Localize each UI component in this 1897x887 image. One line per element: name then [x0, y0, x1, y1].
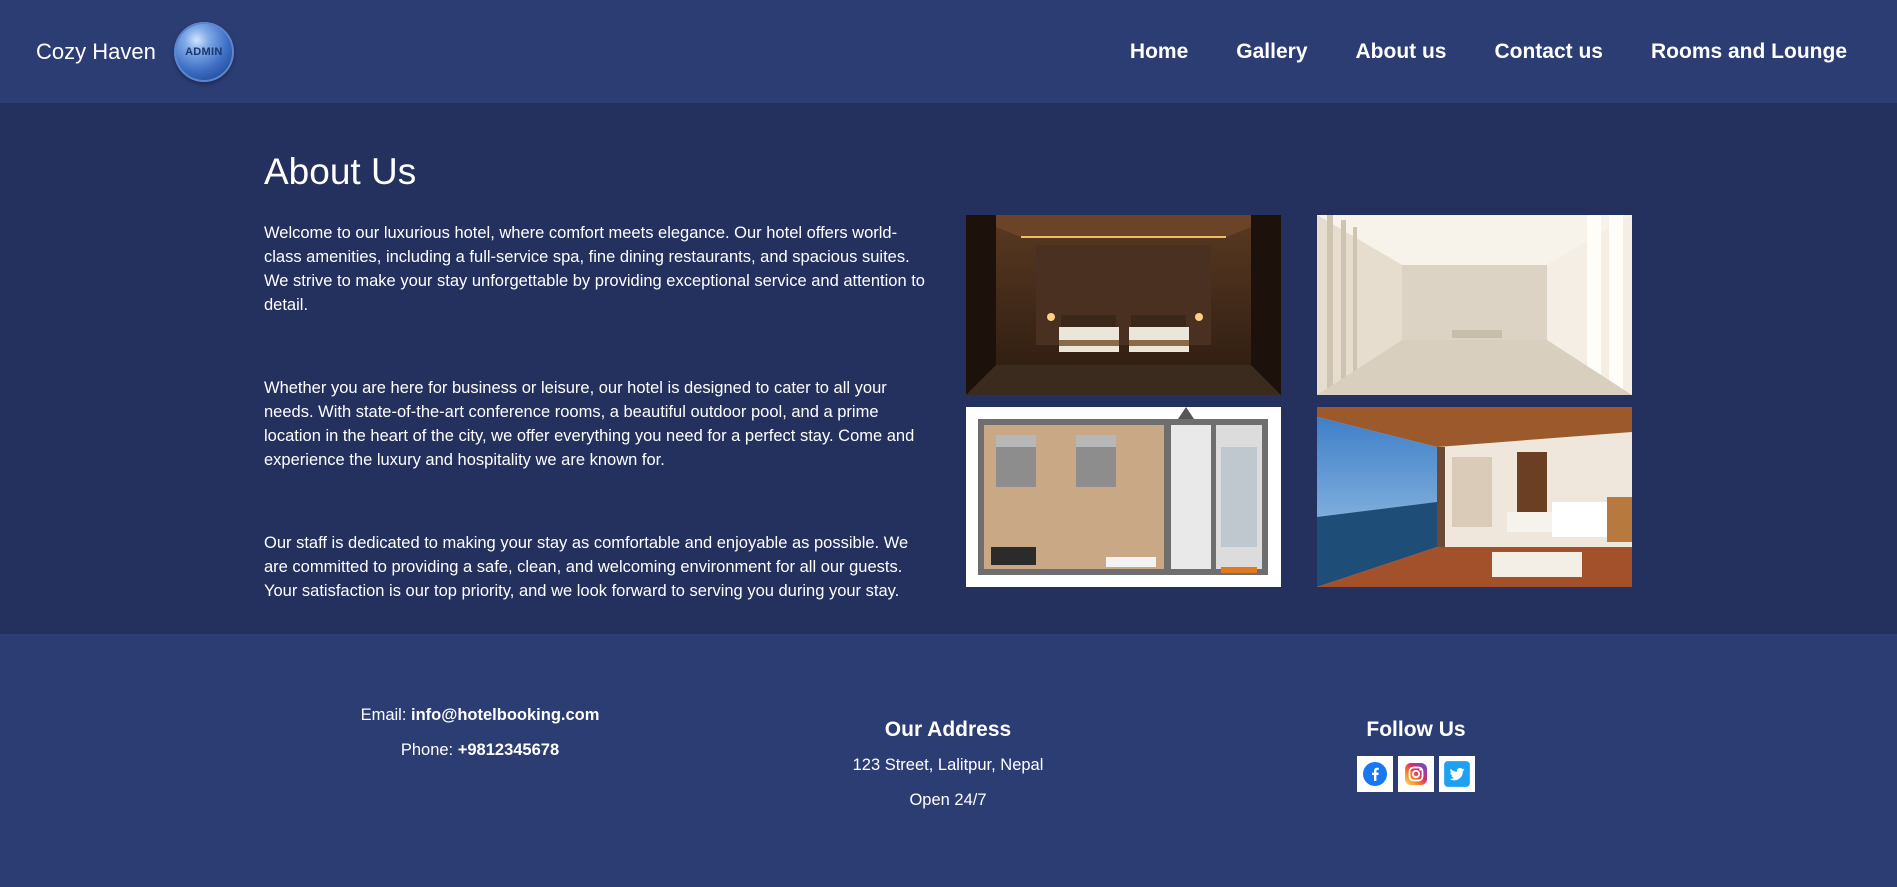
- about-paragraph-3: Our staff is dedicated to making your st…: [264, 534, 909, 600]
- brand-name: Cozy Haven: [36, 38, 156, 64]
- contact-info: Email: info@hotelbooking.com Phone: +981…: [300, 706, 660, 776]
- follow-block: Follow Us: [1316, 718, 1516, 792]
- nav-about-us[interactable]: About us: [1356, 40, 1447, 64]
- address-title: Our Address: [884, 718, 1012, 741]
- social-links: [1316, 756, 1516, 792]
- twitter-icon: [1444, 761, 1470, 787]
- phone-link[interactable]: +9812345678: [458, 741, 559, 759]
- empty-room-photo: [1317, 215, 1632, 395]
- site-header: Cozy Haven ADMIN Home Gallery About us C…: [0, 0, 1897, 103]
- main-nav: Home Gallery About us Contact us Rooms a…: [1130, 40, 1861, 64]
- admin-logo-text: ADMIN: [185, 45, 223, 58]
- about-paragraph-1: Welcome to our luxurious hotel, where co…: [264, 224, 925, 314]
- nav-rooms-and-lounge[interactable]: Rooms and Lounge: [1651, 40, 1847, 64]
- nav-gallery[interactable]: Gallery: [1236, 40, 1307, 64]
- facebook-icon: [1363, 762, 1387, 786]
- hours-text: Open 24/7: [909, 791, 987, 809]
- about-section: About Us Welcome to our luxurious hotel,…: [0, 103, 1897, 634]
- about-paragraph-2: Whether you are here for business or lei…: [264, 379, 915, 469]
- twin-room-photo: [966, 215, 1281, 395]
- ocean-view-suite-photo: [1317, 407, 1632, 587]
- twitter-link[interactable]: [1439, 756, 1475, 792]
- site-footer: Email: info@hotelbooking.com Phone: +981…: [0, 634, 1897, 887]
- follow-title: Follow Us: [1366, 718, 1466, 741]
- brand: Cozy Haven ADMIN: [36, 21, 234, 82]
- instagram-link[interactable]: [1398, 756, 1434, 792]
- email-line: Email: info@hotelbooking.com: [300, 706, 660, 725]
- admin-logo[interactable]: ADMIN: [173, 21, 234, 82]
- nav-contact-us[interactable]: Contact us: [1494, 40, 1603, 64]
- about-text: About Us Welcome to our luxurious hotel,…: [264, 151, 934, 662]
- address-block: Our Address 123 Street, Lalitpur, Nepal …: [798, 718, 1098, 826]
- about-gallery: [966, 215, 1632, 587]
- instagram-icon: [1405, 763, 1427, 785]
- nav-home[interactable]: Home: [1130, 40, 1188, 64]
- floor-plan-photo: [966, 407, 1281, 587]
- page-title: About Us: [264, 151, 417, 192]
- address-text: 123 Street, Lalitpur, Nepal: [852, 756, 1044, 774]
- phone-line: Phone: +9812345678: [300, 741, 660, 760]
- email-label: Email:: [360, 706, 412, 724]
- phone-label: Phone:: [400, 741, 458, 759]
- facebook-link[interactable]: [1357, 756, 1393, 792]
- email-link[interactable]: info@hotelbooking.com: [411, 706, 599, 724]
